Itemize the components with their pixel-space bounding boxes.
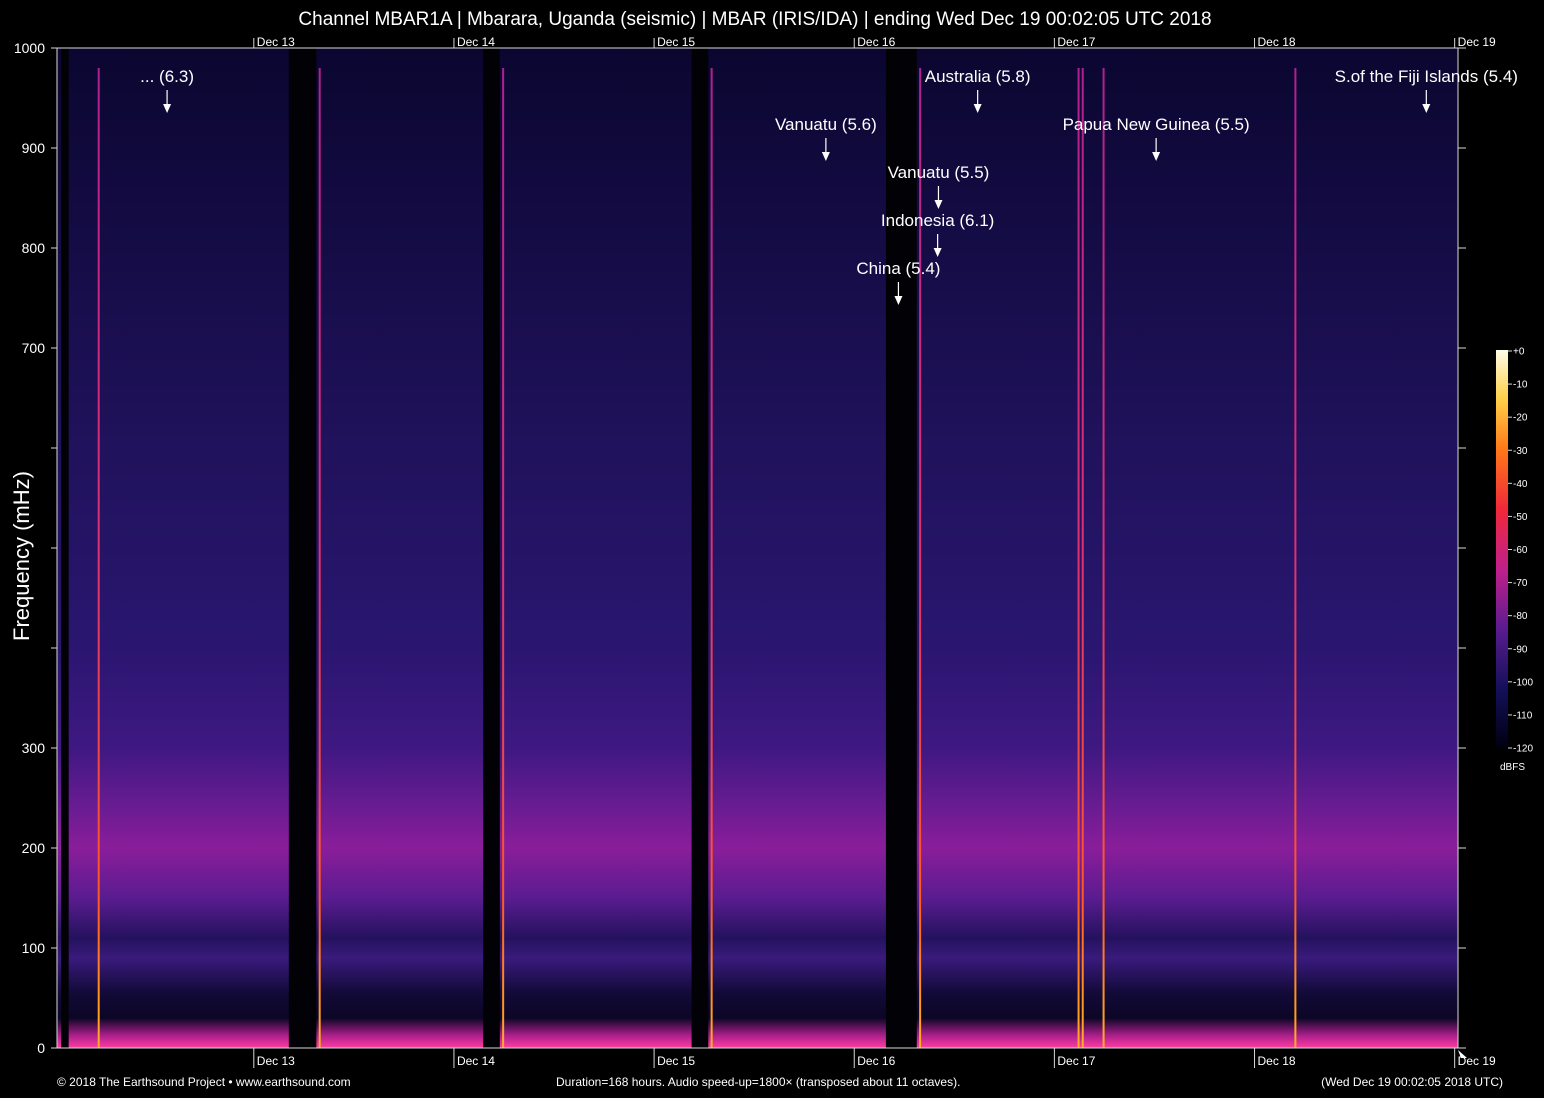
y-tick-label: 200	[22, 840, 46, 856]
x-tick-label: Dec 17	[1057, 1054, 1095, 1068]
event-label: ... (6.3)	[140, 67, 194, 86]
colorbar-tick-label: +0	[1513, 347, 1525, 358]
event-line	[318, 68, 321, 1048]
data-gap	[885, 48, 917, 1048]
footer-copyright: © 2018 The Earthsound Project • www.eart…	[57, 1075, 351, 1089]
colorbar-tick-label: -110	[1513, 710, 1533, 721]
colorbar-unit: dBFS	[1500, 762, 1526, 773]
x-tick-label-top: Dec 19	[1458, 35, 1496, 49]
y-tick-label: 900	[22, 140, 46, 156]
x-tick-label-top: Dec 17	[1057, 35, 1095, 49]
event-line	[1081, 68, 1084, 1048]
data-gap	[483, 48, 500, 1048]
y-tick-label: 1000	[14, 40, 45, 56]
colorbar-tick-label: -60	[1513, 545, 1528, 556]
x-tick-label-top: Dec 15	[657, 35, 695, 49]
spectrogram-chart: 0 100 200 300 700 800 900 1000 Dec 13 Dec 13 Dec …	[14, 35, 1533, 1068]
colorbar-tick-label: -30	[1513, 446, 1528, 457]
x-tick-label-top: Dec 18	[1258, 35, 1296, 49]
colorbar-tick-label: -10	[1513, 380, 1528, 391]
x-tick-label: Dec 16	[857, 1054, 895, 1068]
colorbar-tick-label: -20	[1513, 413, 1528, 424]
y-tick-label: 0	[37, 1040, 45, 1056]
y-tick-label: 700	[22, 340, 46, 356]
x-tick-label: Dec 14	[457, 1054, 495, 1068]
x-tick-label-top: Dec 16	[857, 35, 895, 49]
y-tick-label: 800	[22, 240, 46, 256]
event-line	[1077, 68, 1080, 1048]
event-label: China (5.4)	[856, 259, 940, 278]
x-tick-label: Dec 18	[1258, 1054, 1296, 1068]
plot-background	[57, 48, 1458, 1048]
data-gap	[288, 48, 317, 1048]
event-label: Australia (5.8)	[925, 67, 1031, 86]
y-tick-label: 100	[22, 940, 46, 956]
footer-duration: Duration=168 hours. Audio speed-up=1800×…	[556, 1075, 961, 1089]
colorbar-tick-label: -80	[1513, 611, 1528, 622]
event-line	[1294, 68, 1297, 1048]
event-label: S.of the Fiji Islands (5.4)	[1335, 67, 1518, 86]
colorbar-tick-label: -120	[1513, 744, 1533, 755]
colorbar-tick-label: -40	[1513, 479, 1528, 490]
data-gap	[61, 48, 69, 1048]
event-line	[710, 68, 713, 1048]
colorbar-tick-label: -50	[1513, 512, 1528, 523]
y-tick-label: 300	[22, 740, 46, 756]
colorbar-tick-label: -100	[1513, 677, 1533, 688]
event-line	[502, 68, 505, 1048]
colorbar-tick-label: -90	[1513, 644, 1528, 655]
colorbar-tick-label: -70	[1513, 578, 1528, 589]
footer-end-time: (Wed Dec 19 00:02:05 2018 UTC)	[1321, 1075, 1503, 1089]
colorbar-ticks: +0 -10 -20 -30 -40 -50 -60 -70 -80 -90 -100 -110 -12…	[1508, 347, 1533, 755]
x-tick-label-top: Dec 14	[457, 35, 495, 49]
data-gap	[691, 48, 709, 1048]
x-tick-label-top: Dec 13	[257, 35, 295, 49]
x-tick-label: Dec 13	[257, 1054, 295, 1068]
x-tick-label: Dec 15	[657, 1054, 695, 1068]
event-line	[1102, 68, 1105, 1048]
event-label: Vanuatu (5.6)	[775, 115, 877, 134]
event-line	[97, 68, 100, 1048]
colorbar	[1496, 350, 1508, 748]
event-label: Vanuatu (5.5)	[888, 163, 990, 182]
event-label: Indonesia (6.1)	[881, 211, 994, 230]
event-label: Papua New Guinea (5.5)	[1063, 115, 1250, 134]
